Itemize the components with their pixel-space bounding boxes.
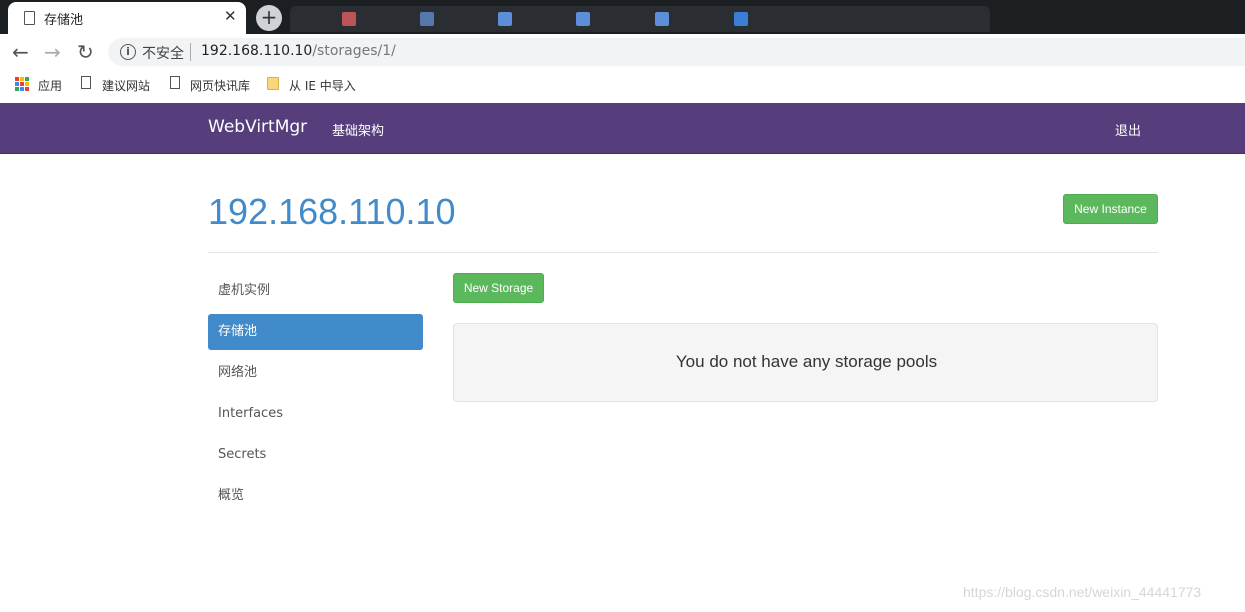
favicon-icon — [734, 12, 748, 26]
bookmarks-bar — [0, 70, 1245, 103]
url-text[interactable]: 192.168.110.10/storages/1/ — [201, 43, 396, 59]
new-storage-button[interactable]: New Storage — [453, 273, 544, 303]
bookmark-apps[interactable]: 应用 — [38, 77, 62, 94]
brand-link[interactable]: WebVirtMgr — [208, 117, 307, 137]
apps-grid-icon[interactable] — [15, 77, 29, 91]
reload-icon[interactable]: ↻ — [77, 40, 94, 64]
favicon-icon — [576, 12, 590, 26]
security-label[interactable]: 不安全 — [142, 43, 184, 63]
page-icon — [170, 76, 180, 89]
favicon-icon — [498, 12, 512, 26]
url-path: /storages/1/ — [312, 43, 396, 59]
empty-state-message: You do not have any storage pools — [675, 352, 938, 371]
watermark: https://blog.csdn.net/weixin_44441773 — [963, 584, 1202, 600]
sidebar-item-networks[interactable]: 网络池 — [208, 355, 423, 391]
tab-title: 存储池 — [44, 13, 84, 28]
nav-logout[interactable]: 退出 — [1115, 120, 1141, 139]
bookmark-suggested-sites[interactable]: 建议网站 — [102, 77, 150, 94]
favicon-icon — [342, 12, 356, 26]
header-divider — [208, 252, 1158, 253]
sidebar-item-storage[interactable]: 存储池 — [208, 314, 423, 350]
favicon-icon — [420, 12, 434, 26]
nav-infrastructure[interactable]: 基础架构 — [332, 120, 384, 139]
sidebar-item-interfaces[interactable]: Interfaces — [208, 396, 423, 432]
close-icon[interactable]: ✕ — [224, 7, 237, 25]
empty-state-panel: You do not have any storage pools — [453, 323, 1158, 402]
tab-strip: 存储池 ✕ + — [0, 0, 1245, 34]
app-navbar — [0, 103, 1245, 154]
sidebar-item-overview[interactable]: 概览 — [208, 478, 423, 514]
sidebar-item-instances[interactable]: 虚机实例 — [208, 273, 423, 309]
page-title: 192.168.110.10 — [208, 191, 456, 232]
forward-icon[interactable]: → — [44, 40, 61, 64]
favicon-icon — [655, 12, 669, 26]
page-icon — [81, 76, 91, 89]
divider — [190, 43, 191, 61]
info-icon[interactable]: i — [120, 44, 136, 60]
new-tab-button[interactable]: + — [256, 5, 282, 31]
bookmark-import-ie[interactable]: 从 IE 中导入 — [289, 77, 356, 94]
bookmark-web-slices[interactable]: 网页快讯库 — [190, 77, 250, 94]
new-instance-button[interactable]: New Instance — [1063, 194, 1158, 224]
page-icon — [24, 11, 35, 25]
folder-icon — [267, 77, 279, 90]
back-icon[interactable]: ← — [12, 40, 29, 64]
background-tabs[interactable] — [290, 6, 990, 32]
tab-active[interactable]: 存储池 ✕ — [8, 2, 246, 34]
sidebar-item-secrets[interactable]: Secrets — [208, 437, 423, 473]
url-host: 192.168.110.10 — [201, 43, 313, 59]
